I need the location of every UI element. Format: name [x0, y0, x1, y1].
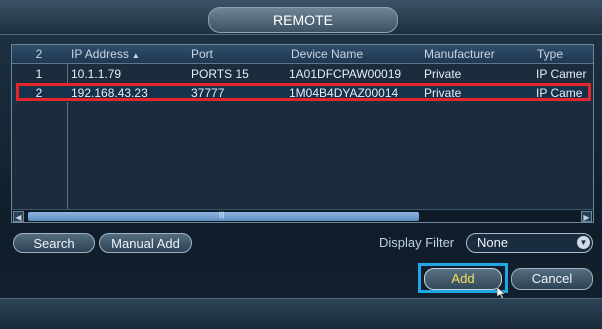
cell-type: IP Came	[536, 86, 583, 100]
table-row[interactable]: 1 10.1.1.79 PORTS 15 1A01DFCPAW00019 Pri…	[12, 65, 593, 83]
arrow-left-icon[interactable]: ◀	[13, 211, 24, 222]
table-header: 2 IP Address ▲ Port Device Name Manufactu…	[12, 45, 593, 64]
cell-manufacturer: Private	[424, 86, 462, 100]
header-ip-address[interactable]: IP Address ▲	[71, 45, 186, 63]
cell-ip-address: 10.1.1.79	[71, 67, 122, 81]
cell-index: 1	[35, 67, 43, 81]
title-bar: REMOTE	[0, 0, 602, 35]
horizontal-scrollbar[interactable]: ◀ ||| ▶	[12, 209, 593, 222]
cell-device-name: 1A01DFCPAW00019	[289, 67, 402, 81]
table-row-selected[interactable]: 2 192.168.43.23 37777 1M04B4DYAZ00014 Pr…	[12, 84, 593, 102]
remote-device-window: REMOTE 2 IP Address ▲ Port Device Name Ma…	[0, 0, 602, 329]
device-table[interactable]: 2 IP Address ▲ Port Device Name Manufactu…	[11, 44, 594, 223]
add-button[interactable]: Add	[424, 268, 502, 290]
cell-port: 37777	[191, 86, 225, 100]
cell-index: 2	[35, 86, 43, 100]
cell-ip-address: 192.168.43.23	[71, 86, 148, 100]
cell-type: IP Camer	[536, 67, 587, 81]
display-filter-value: None	[477, 235, 509, 250]
chevron-down-icon[interactable]: ▼	[577, 236, 590, 249]
manual-add-button[interactable]: Manual Add	[99, 233, 192, 253]
header-ip-address-label: IP Address	[71, 47, 129, 61]
cell-manufacturer: Private	[424, 67, 462, 81]
header-count[interactable]: 2	[24, 45, 54, 63]
header-port[interactable]: Port	[191, 45, 281, 63]
cell-device-name: 1M04B4DYAZ00014	[289, 86, 399, 100]
search-button[interactable]: Search	[13, 233, 95, 253]
header-manufacturer[interactable]: Manufacturer	[424, 45, 534, 63]
cell-port: PORTS 15	[191, 67, 249, 81]
header-type[interactable]: Type	[537, 45, 593, 63]
scroll-thumb[interactable]: |||	[28, 212, 419, 221]
bottom-bar	[0, 298, 602, 329]
display-filter-select[interactable]: None ▼	[466, 233, 593, 253]
display-filter-label: Display Filter	[379, 235, 455, 250]
header-device-name[interactable]: Device Name	[291, 45, 421, 63]
sort-ascending-icon: ▲	[131, 51, 140, 60]
window-title: REMOTE	[208, 7, 398, 33]
arrow-right-icon[interactable]: ▶	[581, 211, 592, 222]
cancel-button[interactable]: Cancel	[511, 268, 593, 290]
scroll-grip: |||	[219, 212, 225, 219]
